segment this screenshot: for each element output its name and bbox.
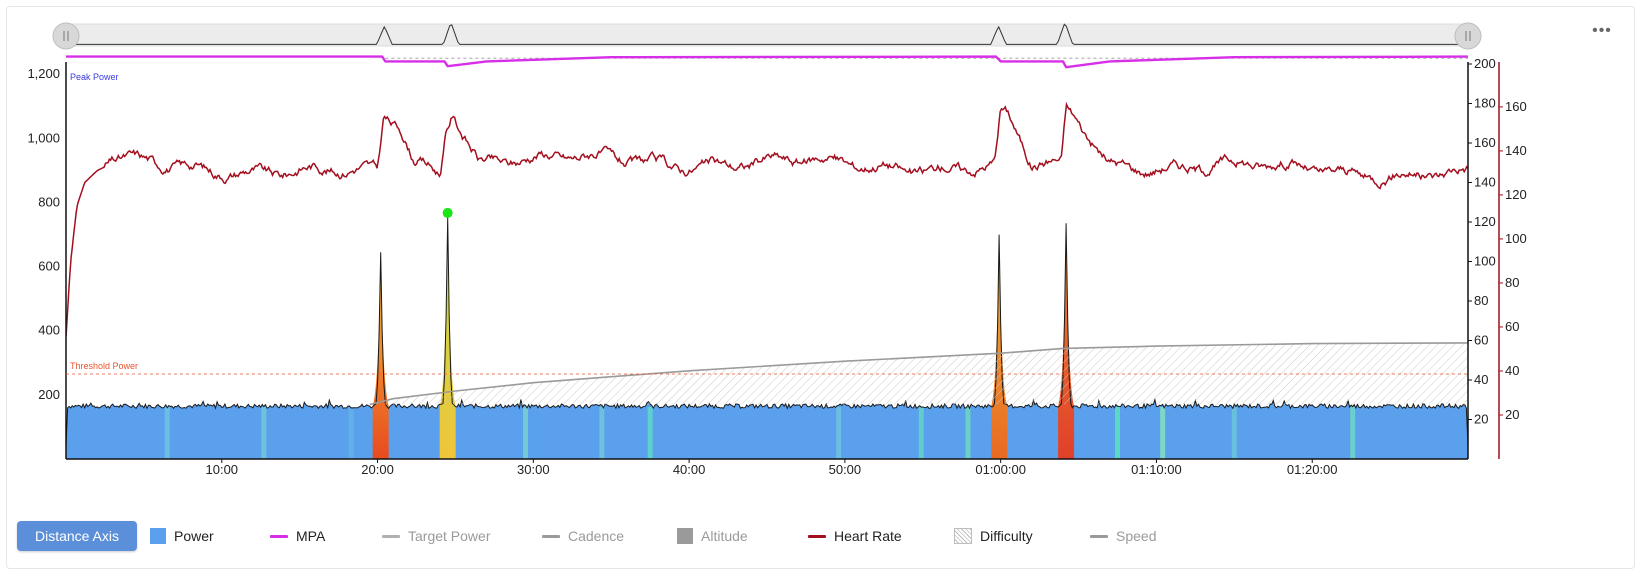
x-axis-tick-label: 01:20:00 [1287,462,1338,477]
power-intensity-band [261,407,267,459]
peak-power-label: Peak Power [70,72,119,82]
power-intensity-band [918,407,924,459]
legend-item-label: Cadence [568,528,625,544]
chart-menu-button[interactable]: ••• [1590,23,1614,44]
legend-item-mpa[interactable]: MPA [270,526,325,546]
legend-item-label: Power [174,528,214,544]
power-intensity-band [348,407,354,459]
mpa-axis-tick-label: 180 [1474,96,1496,111]
mpa-axis-tick-label: 40 [1474,372,1488,387]
power-intensity-band [164,407,170,459]
heart-rate-axis-tick-label: 80 [1505,275,1519,290]
heart-rate-axis-tick-label: 100 [1505,231,1527,246]
legend-item-label: Heart Rate [834,528,902,544]
legend-item-target-power[interactable]: Target Power [382,526,490,546]
line-swatch-icon [382,534,400,538]
x-axis-tick-label: 30:00 [517,462,550,477]
legend-item-power[interactable]: Power [150,526,214,546]
power-intensity-band [1231,407,1237,459]
legend-item-label: Target Power [408,528,491,544]
legend-item-altitude[interactable]: Altitude [677,526,748,546]
power-axis-tick-label: 1,200 [27,66,60,81]
power-effort-spike[interactable] [1058,223,1075,459]
heart-rate-axis-tick-label: 60 [1505,319,1519,334]
distance-axis-button[interactable]: Distance Axis [17,521,137,551]
plot-area [66,101,1469,459]
heart-rate-axis-tick-label: 140 [1505,143,1527,158]
line-swatch-icon [270,534,288,538]
x-axis-tick-label: 01:10:00 [1131,462,1182,477]
mpa-axis-tick-label: 200 [1474,56,1496,71]
power-effort-spike[interactable] [991,234,1008,459]
power-axis-tick-label: 400 [38,323,60,338]
mpa-axis-tick-label: 80 [1474,293,1488,308]
power-intensity-band [1115,407,1120,459]
power-axis-tick-label: 800 [38,194,60,209]
legend-item-heart-rate[interactable]: Heart Rate [808,526,902,546]
navigator-right-handle[interactable] [1454,22,1482,50]
plot-overlay: Threshold Power Peak Power [66,55,1469,375]
mpa-axis-tick-label: 160 [1474,135,1496,150]
power-intensity-band [1350,407,1356,459]
mpa-axis-tick-label: 140 [1474,175,1496,190]
threshold-power-label: Threshold Power [70,361,138,371]
square-swatch-icon [150,528,166,544]
heart-rate-axis-tick-label: 20 [1505,407,1519,422]
x-axis-tick-label: 10:00 [206,462,239,477]
x-axis-tick-label: 40:00 [673,462,706,477]
line-swatch-icon [808,534,826,538]
navigator-left-handle[interactable] [52,22,80,50]
mpa-axis-tick-label: 60 [1474,333,1488,348]
legend-item-speed[interactable]: Speed [1090,526,1156,546]
power-axis-tick-label: 1,000 [27,130,60,145]
mpa-axis-tick-label: 100 [1474,254,1496,269]
power-intensity-band [523,407,529,459]
power-axis-tick-label: 600 [38,259,60,274]
legend-item-difficulty[interactable]: Difficulty [954,526,1033,546]
workout-chart[interactable]: 200 400 600 800 1,000 1,200 10:00 20:00 30:00 40:… [0,0,1641,573]
power-intensity-band [599,407,605,459]
x-axis-tick-label: 20:00 [361,462,394,477]
heart-rate-axis-tick-label: 40 [1505,363,1519,378]
legend-item-label: MPA [296,528,326,544]
legend-item-cadence[interactable]: Cadence [542,526,624,546]
navigator-right-handle-knob[interactable] [1454,22,1482,50]
mpa-axis-tick-label: 20 [1474,412,1488,427]
legend-item-label: Speed [1116,528,1157,544]
power-effort-spike[interactable] [372,252,389,459]
mpa-axis-tick-label: 120 [1474,214,1496,229]
hatch-swatch-icon [954,528,972,544]
x-axis-tick-label: 50:00 [829,462,862,477]
navigator-left-handle-knob[interactable] [52,22,80,50]
mpa-line[interactable] [66,55,1469,69]
peak-power-marker[interactable] [442,207,453,218]
square-swatch-icon [677,528,693,544]
legend-item-label: Difficulty [980,528,1033,544]
range-navigator[interactable] [52,22,1482,50]
power-axis-tick-label: 200 [38,387,60,402]
navigator-track[interactable] [61,23,1473,47]
power-effort-spike[interactable] [439,216,456,459]
x-axis-tick-label: 01:00:00 [975,462,1026,477]
legend-item-label: Altitude [701,528,748,544]
heart-rate-line[interactable] [66,101,1469,337]
power-intensity-band [647,407,653,459]
line-swatch-icon [1090,534,1108,538]
heart-rate-axis-tick-label: 120 [1505,187,1527,202]
power-intensity-band [1160,407,1166,459]
power-intensity-band [836,407,842,459]
line-swatch-icon [542,534,560,538]
heart-rate-axis-tick-label: 160 [1505,99,1527,114]
power-area[interactable] [66,216,1468,459]
power-intensity-band [965,407,971,459]
